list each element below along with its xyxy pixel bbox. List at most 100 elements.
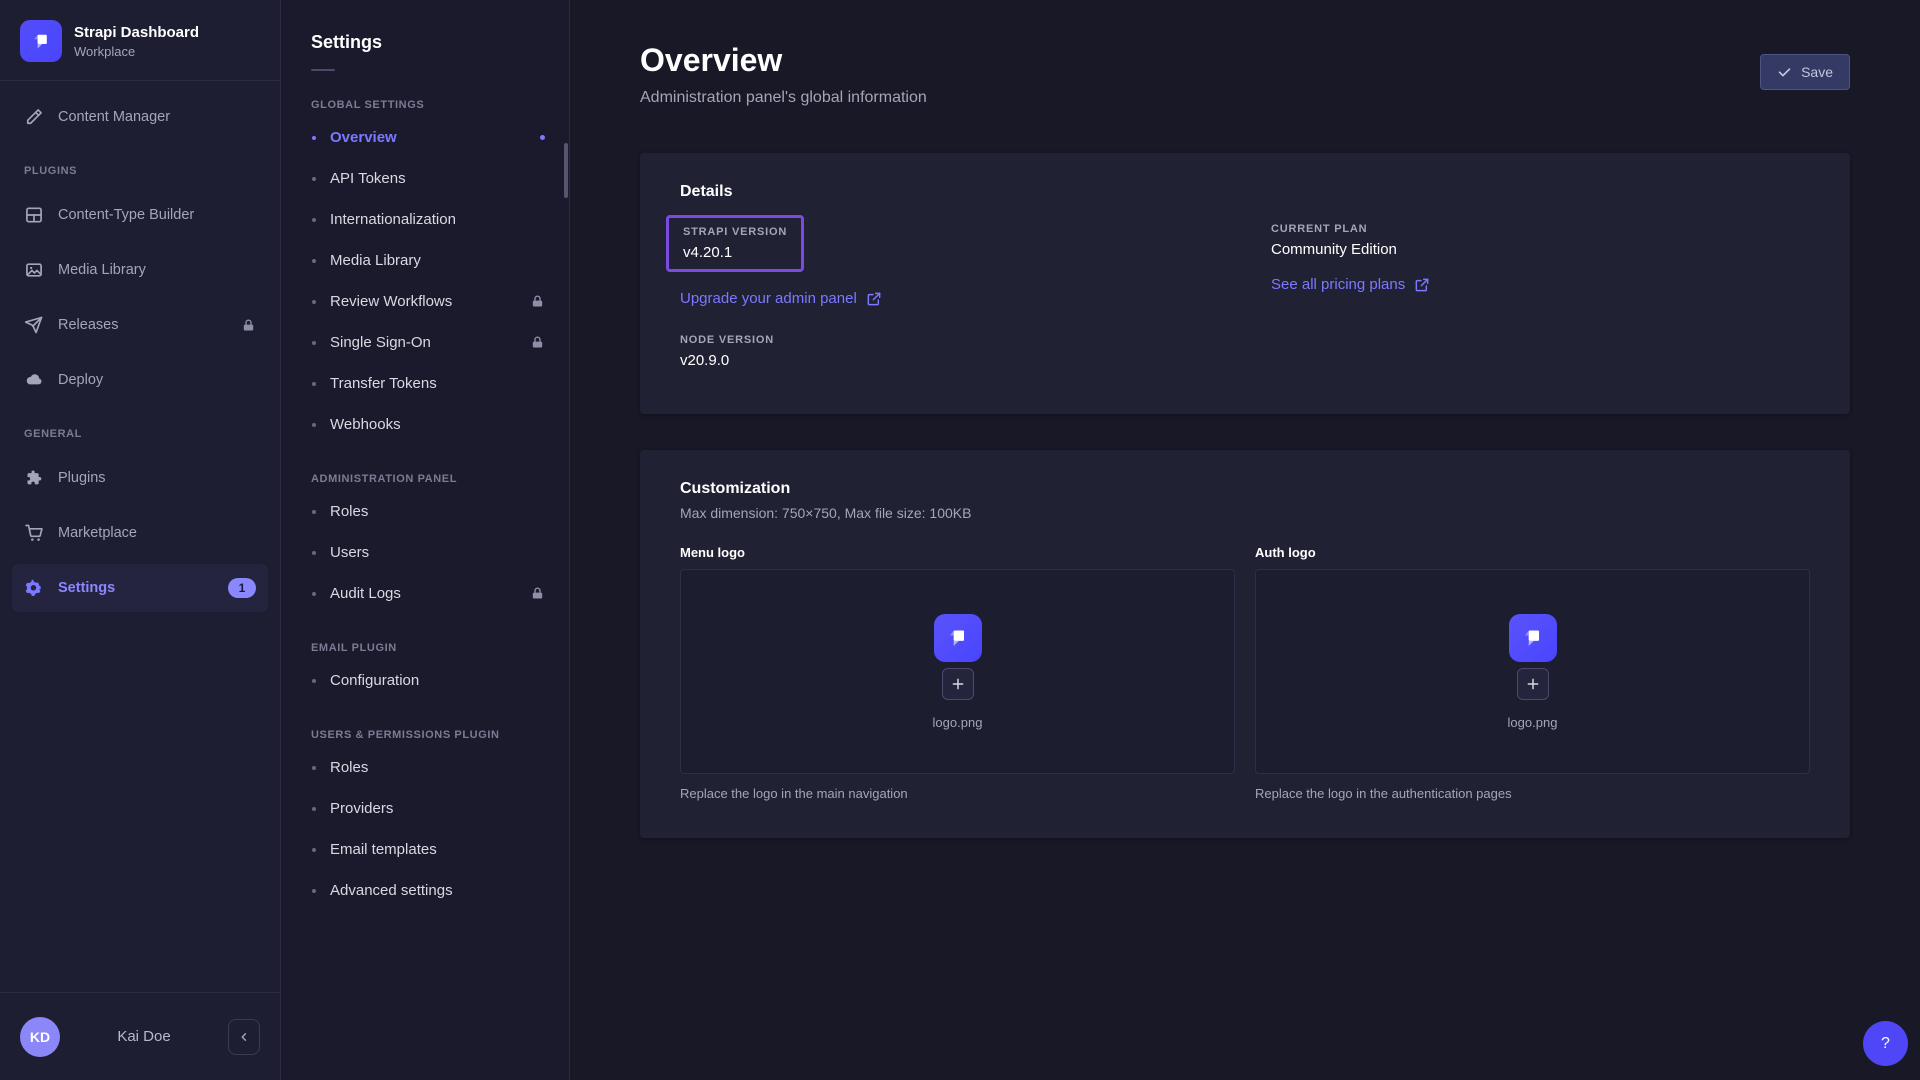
subnav-item-review-workflows[interactable]: Review Workflows — [281, 281, 569, 322]
subnav-section-administration-panel: ADMINISTRATION PANEL — [281, 473, 569, 485]
avatar[interactable]: KD — [20, 1017, 60, 1057]
menu-logo-filename: logo.png — [933, 715, 983, 730]
question-mark-icon: ? — [1881, 1035, 1890, 1053]
auth-logo-upload-area[interactable]: logo.png — [1255, 569, 1810, 774]
subnav-item-internationalization[interactable]: Internationalization — [281, 199, 569, 240]
sidebar-item-label: Releases — [58, 317, 118, 333]
subnav-item-overview[interactable]: Overview — [281, 117, 569, 158]
bullet-icon — [312, 592, 316, 596]
lock-icon — [530, 335, 545, 350]
subnav-item-single-sign-on[interactable]: Single Sign-On — [281, 322, 569, 363]
menu-logo-upload-area[interactable]: logo.png — [680, 569, 1235, 774]
sidebar-item-media-library[interactable]: Media Library — [12, 246, 268, 294]
current-plan-value: Community Edition — [1271, 241, 1810, 258]
subnav-item-transfer-tokens[interactable]: Transfer Tokens — [281, 363, 569, 404]
save-button-label: Save — [1801, 64, 1833, 80]
sidebar-item-content-type-builder[interactable]: Content-Type Builder — [12, 191, 268, 239]
subnav-item-label: Media Library — [330, 252, 421, 269]
collapse-sidebar-button[interactable] — [228, 1019, 260, 1055]
details-right-column: CURRENT PLAN Community Edition See all p… — [1271, 223, 1810, 369]
subnav-item-configuration[interactable]: Configuration — [281, 660, 569, 701]
image-icon — [24, 260, 44, 280]
sidebar-section-plugins: PLUGINS — [12, 165, 268, 177]
subnav-item-media-library[interactable]: Media Library — [281, 240, 569, 281]
settings-subnav: Settings GLOBAL SETTINGS Overview API To… — [281, 0, 570, 1080]
sidebar-item-releases[interactable]: Releases — [12, 301, 268, 349]
auth-logo-filename: logo.png — [1508, 715, 1558, 730]
strapi-logo-icon — [1519, 624, 1546, 651]
bullet-icon — [312, 341, 316, 345]
main-sidebar: Strapi Dashboard Workplace Content Manag… — [0, 0, 281, 1080]
subnav-item-label: Review Workflows — [330, 293, 452, 310]
sidebar-item-settings[interactable]: Settings 1 — [12, 564, 268, 612]
menu-logo-preview — [934, 614, 982, 662]
cloud-icon — [24, 370, 44, 390]
brand-text: Strapi Dashboard Workplace — [74, 24, 199, 59]
pricing-link-label: See all pricing plans — [1271, 276, 1405, 293]
strapi-version-value: v4.20.1 — [683, 244, 787, 261]
bullet-icon — [312, 382, 316, 386]
sidebar-item-label: Deploy — [58, 372, 103, 388]
plus-icon — [1525, 676, 1541, 692]
sidebar-item-deploy[interactable]: Deploy — [12, 356, 268, 404]
sidebar-item-label: Marketplace — [58, 525, 137, 541]
brand-title: Strapi Dashboard — [74, 24, 199, 41]
bullet-icon — [312, 551, 316, 555]
sidebar-item-label: Settings — [58, 580, 115, 596]
settings-count-badge: 1 — [228, 578, 256, 598]
pen-icon — [24, 107, 44, 127]
sidebar-item-plugins[interactable]: Plugins — [12, 454, 268, 502]
sidebar-item-content-manager[interactable]: Content Manager — [12, 93, 268, 141]
brand-header[interactable]: Strapi Dashboard Workplace — [0, 0, 280, 81]
sidebar-footer: KD Kai Doe — [0, 992, 280, 1080]
add-menu-logo-button[interactable] — [942, 668, 974, 700]
details-left-column: STRAPI VERSION v4.20.1 Upgrade your admi… — [680, 223, 1219, 369]
details-grid: STRAPI VERSION v4.20.1 Upgrade your admi… — [680, 223, 1810, 369]
subnav-item-advanced-settings[interactable]: Advanced settings — [281, 870, 569, 911]
subnav-item-providers[interactable]: Providers — [281, 788, 569, 829]
subnav-item-label: Audit Logs — [330, 585, 401, 602]
subnav-item-roles[interactable]: Roles — [281, 491, 569, 532]
pricing-plans-link[interactable]: See all pricing plans — [1271, 276, 1430, 293]
subnav-item-label: Single Sign-On — [330, 334, 431, 351]
sidebar-item-label: Content-Type Builder — [58, 207, 194, 223]
help-button[interactable]: ? — [1863, 1021, 1908, 1066]
bullet-icon — [312, 300, 316, 304]
gear-icon — [24, 578, 44, 598]
strapi-logo-icon — [20, 20, 62, 62]
subnav-item-email-templates[interactable]: Email templates — [281, 829, 569, 870]
bullet-icon — [312, 177, 316, 181]
subnav-item-webhooks[interactable]: Webhooks — [281, 404, 569, 445]
page-header-text: Overview Administration panel's global i… — [640, 42, 927, 107]
sidebar-item-label: Plugins — [58, 470, 106, 486]
subnav-scrollbar[interactable] — [564, 143, 568, 198]
lock-icon — [530, 586, 545, 601]
auth-logo-label: Auth logo — [1255, 545, 1810, 560]
chevron-left-icon — [237, 1030, 251, 1044]
subnav-list-email: Configuration — [281, 660, 569, 701]
check-icon — [1777, 65, 1792, 80]
subnav-item-label: Configuration — [330, 672, 419, 689]
subnav-item-users[interactable]: Users — [281, 532, 569, 573]
bullet-icon — [312, 848, 316, 852]
bullet-icon — [312, 766, 316, 770]
external-link-icon — [866, 291, 882, 307]
subnav-title: Settings — [281, 0, 569, 53]
subnav-item-label: Email templates — [330, 841, 437, 858]
sidebar-item-marketplace[interactable]: Marketplace — [12, 509, 268, 557]
external-link-icon — [1414, 277, 1430, 293]
paper-plane-icon — [24, 315, 44, 335]
subnav-item-api-tokens[interactable]: API Tokens — [281, 158, 569, 199]
upgrade-admin-panel-link[interactable]: Upgrade your admin panel — [680, 290, 882, 307]
notification-dot-icon — [540, 135, 545, 140]
save-button[interactable]: Save — [1760, 54, 1850, 90]
subnav-item-audit-logs[interactable]: Audit Logs — [281, 573, 569, 614]
subnav-section-users-permissions: USERS & PERMISSIONS PLUGIN — [281, 729, 569, 741]
menu-logo-label: Menu logo — [680, 545, 1235, 560]
node-version-label: NODE VERSION — [680, 334, 1219, 346]
subnav-item-label: Roles — [330, 759, 368, 776]
subnav-item-up-roles[interactable]: Roles — [281, 747, 569, 788]
add-auth-logo-button[interactable] — [1517, 668, 1549, 700]
bullet-icon — [312, 218, 316, 222]
current-plan-field: CURRENT PLAN Community Edition — [1271, 223, 1810, 258]
